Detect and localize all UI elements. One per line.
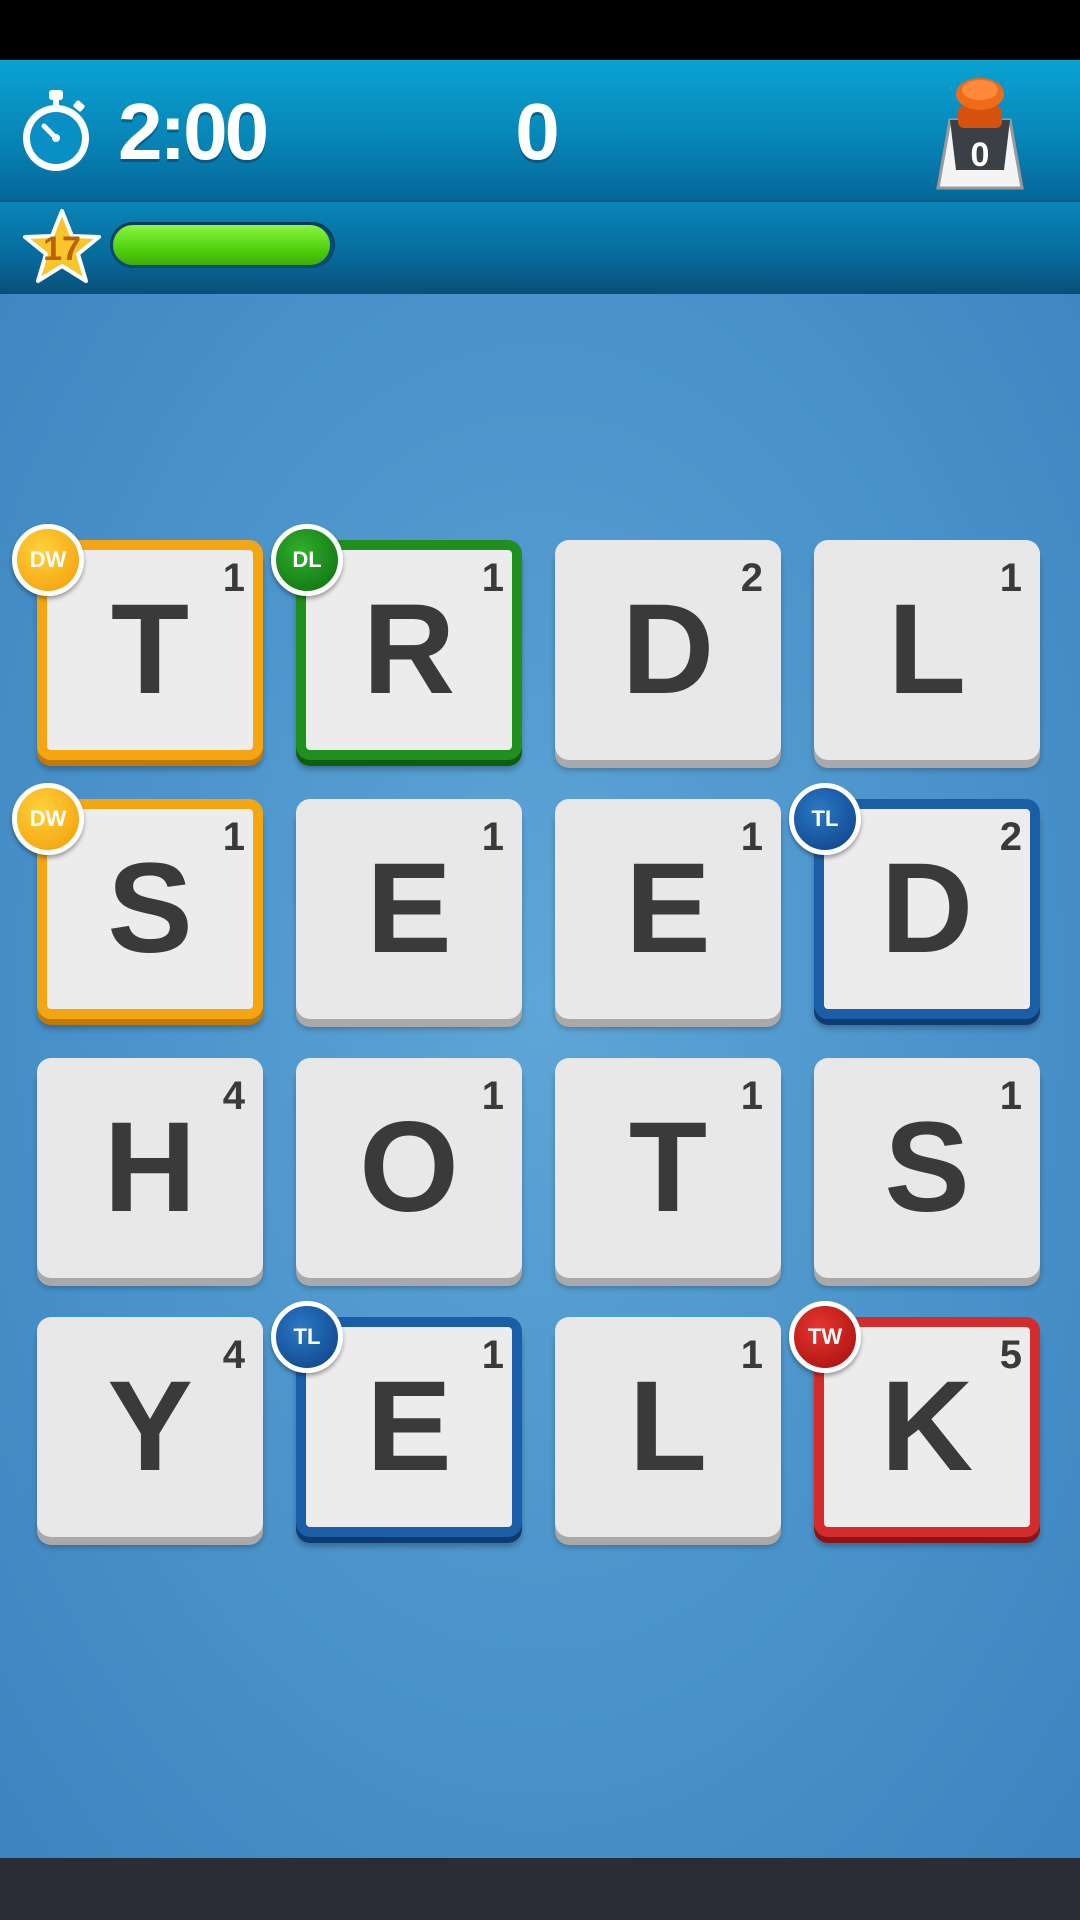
rack-count: 0 <box>970 136 990 174</box>
tile-points: 1 <box>481 1074 504 1118</box>
tile-letter: O <box>359 1096 459 1239</box>
tile-letter: S <box>107 837 193 980</box>
tile-letter: D <box>880 837 974 980</box>
letter-tile[interactable]: L1 <box>814 540 1040 760</box>
game-board: T 1 DW R 1 DL D 2 L 1 S 1 DW E 1 E 1 D 2 TL H 4 O 1 T 1 S 1 Y 4 E 1 TL L 1… <box>0 294 1080 1858</box>
ink-rack-icon <box>936 78 1024 190</box>
tile-points: 2 <box>740 556 763 600</box>
tile-points: 1 <box>481 1333 504 1377</box>
level-bar: 17 <box>0 202 1080 294</box>
tile-points: 1 <box>481 815 504 859</box>
bonus-badge-tl: TL <box>789 783 861 855</box>
level-number: 17 <box>43 230 81 268</box>
tile-letter: L <box>628 1355 708 1498</box>
game-header: 2:00 0 0 <box>0 60 1080 202</box>
letter-tile[interactable]: E1 <box>296 799 522 1019</box>
rack-button[interactable]: 0 <box>920 70 1040 195</box>
level-progress-fill <box>113 225 330 265</box>
tile-letter: E <box>366 837 452 980</box>
tile-points: 1 <box>222 815 245 859</box>
tile-letter: L <box>887 578 967 721</box>
stopwatch-icon <box>23 90 89 171</box>
navigation-bar <box>0 1858 1080 1920</box>
score-display: 0 <box>515 87 560 176</box>
bonus-badge-dl: DL <box>271 524 343 596</box>
status-bar <box>0 0 1080 60</box>
tile-letter: Y <box>107 1355 193 1498</box>
tile-letter: H <box>103 1096 197 1239</box>
tile-letter: K <box>880 1355 974 1498</box>
tile-points: 5 <box>999 1333 1022 1377</box>
timer-display: 2:00 <box>118 87 269 176</box>
letter-tile[interactable]: L1 <box>555 1317 781 1537</box>
tile-letter: T <box>110 578 190 721</box>
letter-tile[interactable]: S1 <box>814 1058 1040 1278</box>
tile-letter: T <box>628 1096 708 1239</box>
tile-points: 2 <box>999 815 1022 859</box>
level-progress-bar <box>110 222 335 268</box>
letter-tile[interactable]: H4 <box>37 1058 263 1278</box>
bonus-badge-tw: TW <box>789 1301 861 1373</box>
tile-letter: E <box>366 1355 452 1498</box>
letter-tile[interactable]: T1 <box>555 1058 781 1278</box>
letter-tile[interactable]: O1 <box>296 1058 522 1278</box>
tile-points: 1 <box>740 1074 763 1118</box>
tile-points: 1 <box>999 1074 1022 1118</box>
tile-points: 4 <box>222 1074 245 1118</box>
tile-points: 1 <box>222 556 245 600</box>
tile-points: 1 <box>740 815 763 859</box>
tile-letter: D <box>621 578 715 721</box>
letter-tile[interactable]: Y4 <box>37 1317 263 1537</box>
tile-points: 1 <box>999 556 1022 600</box>
bonus-badge-tl: TL <box>271 1301 343 1373</box>
tile-letter: R <box>362 578 456 721</box>
bonus-badge-dw: DW <box>12 524 84 596</box>
tile-points: 4 <box>222 1333 245 1377</box>
tile-points: 1 <box>740 1333 763 1377</box>
tile-points: 1 <box>481 556 504 600</box>
tile-letter: S <box>884 1096 970 1239</box>
bonus-badge-dw: DW <box>12 783 84 855</box>
letter-tile[interactable]: E1 <box>555 799 781 1019</box>
letter-tile[interactable]: D2 <box>555 540 781 760</box>
tile-letter: E <box>625 837 711 980</box>
